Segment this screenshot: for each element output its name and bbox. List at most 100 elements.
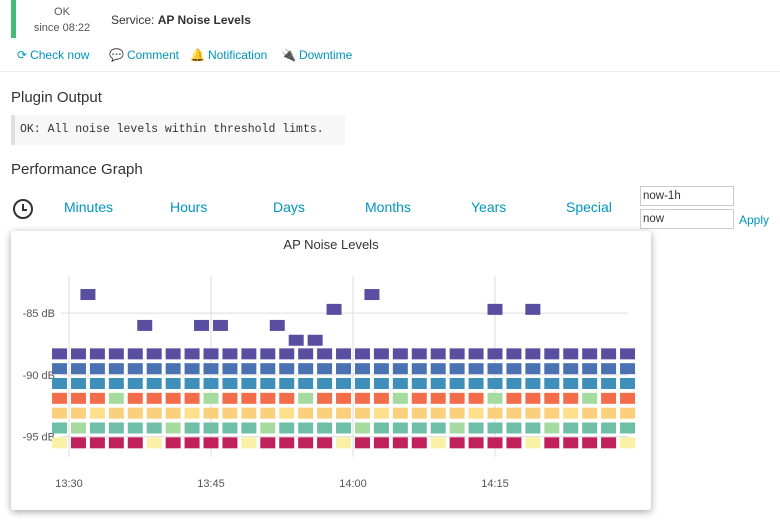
- data-point: [544, 392, 560, 404]
- data-point: [373, 348, 389, 360]
- data-point: [194, 319, 210, 331]
- data-point: [165, 422, 181, 434]
- data-point: [165, 348, 181, 360]
- data-point: [52, 348, 68, 360]
- tab-months[interactable]: Months: [365, 199, 411, 215]
- data-point: [184, 422, 200, 434]
- data-point: [222, 363, 238, 375]
- service-name: AP Noise Levels: [157, 13, 251, 27]
- data-point: [392, 407, 408, 419]
- data-point: [354, 348, 370, 360]
- data-point: [298, 437, 314, 449]
- data-point: [70, 437, 86, 449]
- data-point: [165, 378, 181, 390]
- data-point: [336, 348, 352, 360]
- from-input[interactable]: [640, 186, 734, 206]
- data-point: [411, 437, 427, 449]
- data-point: [563, 392, 579, 404]
- data-point: [203, 437, 219, 449]
- data-point: [146, 392, 162, 404]
- data-point: [89, 348, 105, 360]
- check-now-link[interactable]: ⟳ Check now: [17, 48, 89, 62]
- data-point: [582, 378, 598, 390]
- data-point: [506, 407, 522, 419]
- plugin-output-box: OK: All noise levels within threshold li…: [11, 115, 345, 145]
- data-point: [52, 378, 68, 390]
- plugin-output-heading: Plugin Output: [11, 89, 102, 106]
- comment-link[interactable]: 💬 Comment: [109, 48, 179, 62]
- data-point: [298, 422, 314, 434]
- y-tick-label: -85 dB: [23, 308, 55, 320]
- data-point: [279, 348, 295, 360]
- data-point: [468, 392, 484, 404]
- data-point: [70, 422, 86, 434]
- data-point: [582, 363, 598, 375]
- data-point: [279, 392, 295, 404]
- data-point: [165, 363, 181, 375]
- data-point: [601, 378, 617, 390]
- notification-link[interactable]: 🔔 Notification: [190, 48, 267, 62]
- data-point: [108, 363, 124, 375]
- data-point: [411, 363, 427, 375]
- graph-card: AP Noise Levels -85 dB -90 dB -95 dB 13:30 13…: [11, 231, 651, 510]
- tab-special[interactable]: Special: [566, 199, 612, 215]
- data-point: [449, 363, 465, 375]
- data-point: [563, 363, 579, 375]
- data-point: [354, 392, 370, 404]
- tab-minutes[interactable]: Minutes: [64, 199, 113, 215]
- data-point: [487, 392, 503, 404]
- data-point: [222, 407, 238, 419]
- data-point: [70, 378, 86, 390]
- data-point: [317, 422, 333, 434]
- x-tick-label: 13:30: [55, 478, 83, 490]
- apply-link[interactable]: Apply: [739, 213, 769, 227]
- data-point: [373, 363, 389, 375]
- data-point: [70, 407, 86, 419]
- data-point: [184, 363, 200, 375]
- tab-hours[interactable]: Hours: [170, 199, 207, 215]
- data-point: [336, 407, 352, 419]
- data-point: [165, 437, 181, 449]
- data-point: [108, 407, 124, 419]
- data-point: [127, 363, 143, 375]
- clock-icon: [13, 199, 33, 219]
- data-point: [620, 378, 636, 390]
- data-point: [354, 378, 370, 390]
- data-point: [184, 392, 200, 404]
- comment-icon: 💬: [109, 48, 124, 62]
- noise-chart: AP Noise Levels -85 dB -90 dB -95 dB 13:30 13…: [23, 237, 636, 490]
- data-point: [582, 392, 598, 404]
- data-point: [468, 363, 484, 375]
- tab-days[interactable]: Days: [273, 199, 305, 215]
- data-point: [146, 348, 162, 360]
- x-tick-label: 14:00: [339, 478, 367, 490]
- data-point: [288, 334, 304, 346]
- data-point: [411, 422, 427, 434]
- data-point: [582, 422, 598, 434]
- data-point: [241, 392, 257, 404]
- data-point: [52, 407, 68, 419]
- data-point: [127, 407, 143, 419]
- to-input[interactable]: [640, 209, 734, 229]
- data-point: [468, 422, 484, 434]
- bell-icon: 🔔: [190, 48, 205, 62]
- data-point: [601, 348, 617, 360]
- data-point: [184, 378, 200, 390]
- tab-years[interactable]: Years: [471, 199, 506, 215]
- performance-graph-heading: Performance Graph: [11, 161, 143, 178]
- service-prefix: Service:: [111, 13, 155, 27]
- data-point: [146, 378, 162, 390]
- data-point: [468, 348, 484, 360]
- status-state: OK: [54, 6, 70, 18]
- data-point: [392, 363, 408, 375]
- data-point: [241, 407, 257, 419]
- data-point: [506, 348, 522, 360]
- data-point: [203, 407, 219, 419]
- data-point: [582, 437, 598, 449]
- data-point: [298, 363, 314, 375]
- y-tick-label: -95 dB: [23, 432, 55, 444]
- data-point: [52, 437, 68, 449]
- data-point: [241, 378, 257, 390]
- downtime-link[interactable]: 🔌 Downtime: [281, 48, 352, 62]
- data-point: [241, 422, 257, 434]
